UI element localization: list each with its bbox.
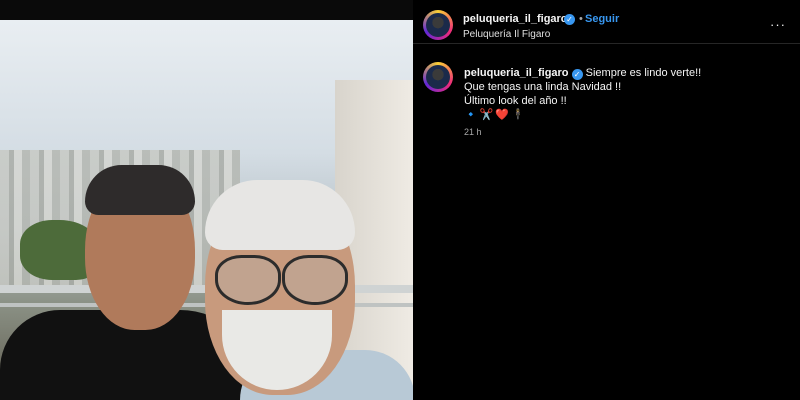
photo-person-left-hair (85, 165, 195, 215)
header-separator: • (579, 13, 583, 25)
profile-avatar[interactable] (423, 10, 453, 40)
header-location[interactable]: Peluquería Il Figaro (463, 29, 550, 40)
photo-person-right-hair (205, 180, 355, 250)
follow-button[interactable]: Seguir (585, 13, 619, 25)
photo-glasses-right-lens (282, 255, 348, 305)
photo-top-strip (0, 0, 413, 20)
caption-line-2: Que tengas una linda Navidad !! (464, 81, 622, 93)
caption-emojis: 🔹✂️❤️🕴 (464, 109, 527, 121)
caption-line-1: Siempre es lindo verte!! (585, 67, 702, 79)
verified-badge-icon: ✓ (564, 14, 575, 25)
post-photo[interactable] (0, 20, 413, 400)
post-header: peluqueria_il_figaro ✓ • Seguir Peluquer… (413, 0, 800, 44)
post-caption: peluqueria_il_figaro ✓ Siempre es lindo … (464, 66, 784, 108)
header-username[interactable]: peluqueria_il_figaro (463, 13, 568, 25)
post-timestamp[interactable]: 21 h (464, 127, 482, 137)
caption-avatar[interactable] (423, 62, 453, 92)
photo-glasses-left-lens (215, 255, 281, 305)
more-options-icon[interactable]: ··· (770, 17, 786, 32)
caption-verified-badge-icon: ✓ (571, 69, 583, 80)
caption-username[interactable]: peluqueria_il_figaro (464, 67, 569, 79)
caption-line-3: Último look del año !! (464, 95, 567, 107)
